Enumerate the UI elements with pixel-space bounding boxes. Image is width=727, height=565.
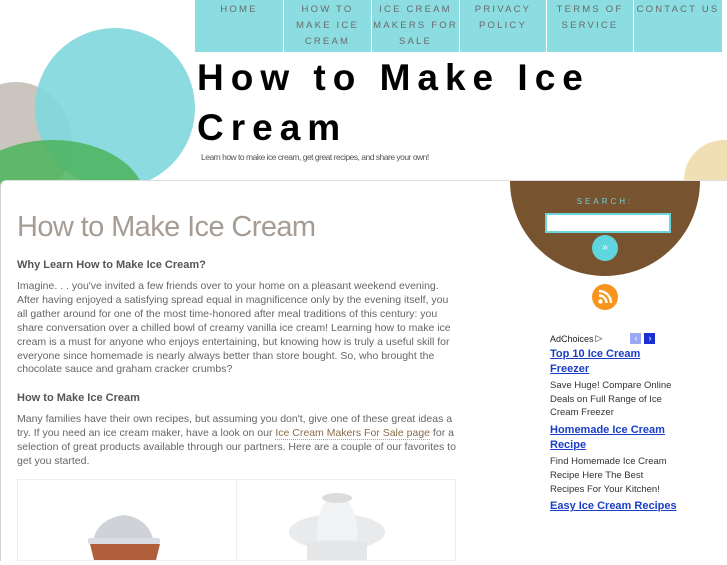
nav-item-label: HOW TO bbox=[301, 4, 354, 15]
ad-next-button[interactable]: › bbox=[644, 333, 656, 344]
section-heading-how: How to Make Ice Cream bbox=[17, 392, 140, 405]
nav-item-label: SERVICE bbox=[561, 20, 619, 31]
ad-title-link[interactable]: Homemade Ice Cream Recipe bbox=[550, 423, 680, 453]
nav-item-label: SALE bbox=[398, 36, 433, 47]
search-button[interactable]: » bbox=[592, 235, 618, 261]
adchoices[interactable]: AdChoices ▷ ‹ › bbox=[550, 333, 680, 344]
ice-cream-maker-image bbox=[88, 514, 160, 560]
section-text-why: Imagine. . . you've invited a few friend… bbox=[17, 280, 451, 376]
nav-item-label: MAKE ICE bbox=[296, 20, 359, 31]
section-text-how: Many families have their own recipes, bu… bbox=[17, 413, 457, 469]
ad-description: Find Homemade Ice Cream Recipe Here The … bbox=[550, 456, 667, 495]
site-tagline: Learn how to make ice cream, get great r… bbox=[201, 152, 429, 162]
main-column: How to Make Ice Cream Why Learn How to M… bbox=[17, 181, 457, 561]
nav-item-label: MAKERS FOR bbox=[373, 20, 458, 31]
ice-cream-makers-link[interactable]: Ice Cream Makers For Sale page bbox=[275, 427, 431, 441]
rss-icon[interactable] bbox=[592, 284, 618, 310]
nav-item-home[interactable]: HOME bbox=[195, 0, 283, 52]
ad-title-link[interactable]: Top 10 Ice Cream Freezer bbox=[550, 347, 680, 377]
ad-prev-button[interactable]: ‹ bbox=[630, 333, 642, 344]
nav-item-label: CONTACT US bbox=[636, 4, 720, 15]
adchoices-icon: ▷ bbox=[595, 333, 603, 343]
nav-item-label: ICE CREAM bbox=[379, 4, 452, 15]
nav-item-privacy-policy[interactable]: PRIVACY POLICY bbox=[460, 0, 546, 52]
nav-item-label: PRIVACY bbox=[474, 4, 532, 15]
search-input[interactable] bbox=[545, 213, 671, 233]
nav-item-ice-cream-makers-for-sale[interactable]: ICE CREAM MAKERS FOR SALE bbox=[372, 0, 459, 52]
nav-item-contact-us[interactable]: CONTACT US bbox=[634, 0, 722, 52]
ice-cream-maker-image bbox=[289, 492, 385, 560]
site-title[interactable]: How to Make Ice Cream bbox=[197, 53, 637, 153]
nav-item-label: TERMS OF bbox=[556, 4, 624, 15]
search-panel: SEARCH: » bbox=[510, 181, 700, 276]
nav-item-label: HOME bbox=[220, 4, 258, 15]
adchoices-label: AdChoices bbox=[550, 333, 594, 344]
product-ice-cream-maker-white[interactable] bbox=[237, 480, 455, 560]
ad-description: Save Huge! Compare Online Deals on Full … bbox=[550, 380, 672, 419]
product-grid bbox=[17, 478, 456, 561]
page-title: How to Make Ice Cream bbox=[17, 211, 316, 243]
section-heading-why: Why Learn How to Make Ice Cream? bbox=[17, 259, 206, 271]
content-area: How to Make Ice Cream Why Learn How to M… bbox=[0, 180, 727, 561]
nav-item-how-to-make-ice-cream[interactable]: HOW TO MAKE ICE CREAM bbox=[284, 0, 371, 52]
search-label: SEARCH: bbox=[576, 197, 634, 206]
main-nav: HOME HOW TO MAKE ICE CREAM ICE CREAM MAKERS F… bbox=[195, 0, 722, 52]
ad-title-link[interactable]: Easy Ice Cream Recipes bbox=[550, 499, 680, 514]
nav-item-label: CREAM bbox=[304, 36, 351, 47]
nav-item-label: POLICY bbox=[478, 20, 528, 31]
ad-block: AdChoices ▷ ‹ › Top 10 Ice Cream Freezer… bbox=[550, 333, 680, 514]
nav-item-terms-of-service[interactable]: TERMS OF SERVICE bbox=[547, 0, 633, 52]
product-ice-cream-maker-brown[interactable] bbox=[18, 479, 237, 560]
